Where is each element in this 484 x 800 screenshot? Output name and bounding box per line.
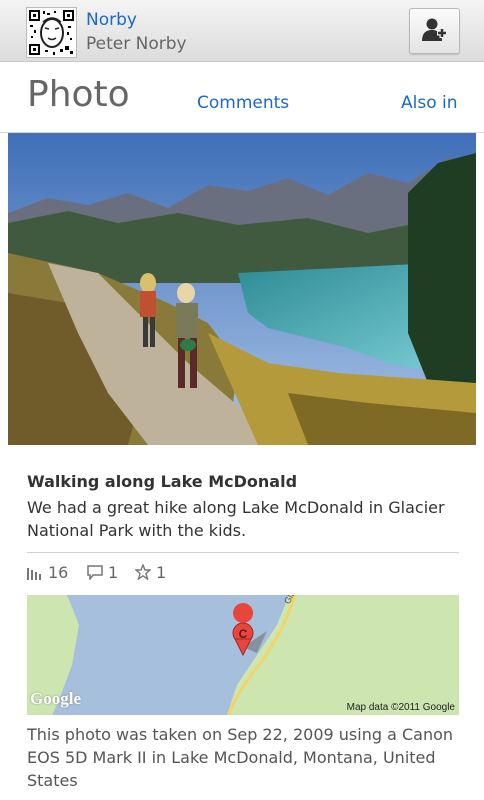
star-icon xyxy=(134,563,152,581)
divider xyxy=(27,552,459,553)
views-count: 16 xyxy=(48,563,69,582)
add-contact-icon xyxy=(422,18,447,41)
stars-count: 1 xyxy=(156,563,167,582)
map-credit: Map data ©2011 Google xyxy=(346,702,455,713)
location-map[interactable]: C Glacier Google Map data ©2011 Google xyxy=(27,595,459,715)
page-title: Photo xyxy=(27,74,130,115)
tab-bar: Photo Comments Also in xyxy=(0,62,484,133)
comments-stat: 1 xyxy=(87,563,118,582)
map-logo: Google xyxy=(30,689,81,708)
photo-description: We had a great hike along Lake McDonald … xyxy=(27,498,445,540)
comment-icon xyxy=(87,565,103,582)
user-name: Peter Norby xyxy=(86,34,187,54)
qr-code-avatar-icon xyxy=(27,8,76,57)
photo-image[interactable] xyxy=(8,133,476,445)
views-icon xyxy=(27,568,41,580)
add-contact-button[interactable] xyxy=(409,8,460,54)
photo-info: This photo was taken on Sep 22, 2009 usi… xyxy=(27,725,454,790)
avatar[interactable] xyxy=(26,7,77,58)
photo-title: Walking along Lake McDonald xyxy=(27,472,298,491)
stars-stat: 1 xyxy=(134,563,167,582)
tab-also-in[interactable]: Also in xyxy=(401,93,458,113)
map-marker-label: C xyxy=(239,627,248,641)
comments-count: 1 xyxy=(108,563,119,582)
views-stat: 16 xyxy=(27,563,68,582)
tab-comments[interactable]: Comments xyxy=(197,93,289,113)
app-header: Norby Peter Norby xyxy=(0,0,484,62)
app-name[interactable]: Norby xyxy=(86,10,137,30)
